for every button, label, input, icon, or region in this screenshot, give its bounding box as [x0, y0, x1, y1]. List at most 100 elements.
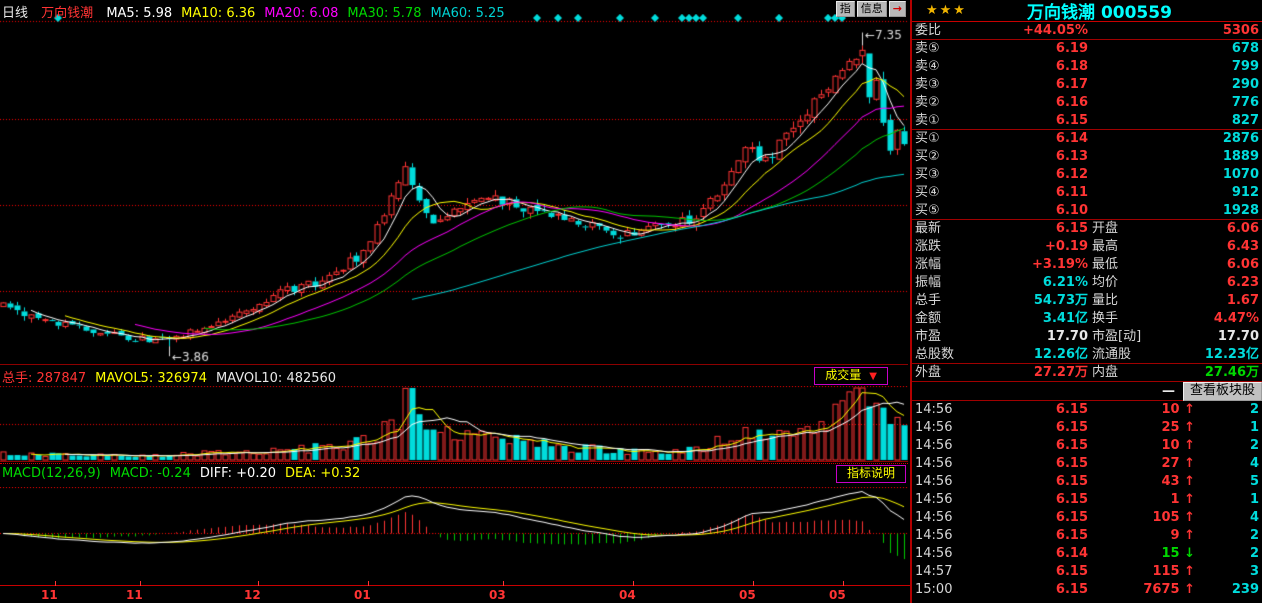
stat-value: 1.67	[1180, 292, 1259, 310]
tick-price: 6.15	[1000, 527, 1088, 545]
order-row[interactable]: 卖①6.15827	[912, 112, 1262, 130]
tick-time: 14:56	[915, 401, 1000, 419]
axis-tick	[633, 581, 634, 586]
ma-value-label: MA30: 5.78	[347, 6, 421, 21]
indicator-help-button[interactable]: 指标说明	[836, 465, 906, 483]
order-volume: 678	[1088, 40, 1259, 58]
order-row[interactable]: 买⑤6.101928	[912, 202, 1262, 220]
stat-label: 换手	[1088, 310, 1180, 328]
tick-price: 6.15	[1000, 437, 1088, 455]
stat-row: 总手54.73万量比1.67	[912, 292, 1262, 310]
volume-indicator-button[interactable]: 成交量▼	[814, 367, 888, 385]
order-row[interactable]: 卖③6.17290	[912, 76, 1262, 94]
tick-row[interactable]: 14:566.1415 ↓2	[912, 545, 1262, 563]
axis-month-label: 11	[41, 588, 58, 602]
stat-label: 涨幅	[915, 256, 1003, 274]
ma-value-label: MA20: 6.08	[264, 6, 338, 21]
minimize-control[interactable]: —	[1162, 384, 1175, 399]
macd-header-label: DEA: +0.32	[285, 466, 360, 481]
ma-value-label: MA60: 5.25	[430, 6, 504, 21]
arrow-right-icon[interactable]: →	[889, 1, 906, 17]
tick-row[interactable]: 14:566.1510 ↑2	[912, 437, 1262, 455]
board-stocks-button[interactable]: 查看板块股	[1183, 382, 1262, 401]
volume-chart-canvas[interactable]	[0, 386, 908, 462]
axis-tick	[258, 581, 259, 586]
order-row[interactable]: 卖②6.16776	[912, 94, 1262, 112]
indicator-help-label: 指标说明	[847, 466, 895, 480]
order-row[interactable]: 买③6.121070	[912, 166, 1262, 184]
tick-row[interactable]: 14:566.1543 ↑5	[912, 473, 1262, 491]
tick-row[interactable]: 14:566.1525 ↑1	[912, 419, 1262, 437]
tick-time: 14:56	[915, 419, 1000, 437]
volume-pane-header: 总手: 287847MAVOL5: 326974MAVOL10: 482560	[2, 367, 345, 385]
tick-volume: 105 ↑	[1088, 509, 1195, 527]
stat-label: 涨跌	[915, 238, 1003, 256]
period-selector[interactable]: 日线	[2, 6, 28, 21]
order-level-label: 买①	[915, 130, 1003, 148]
pane-separator	[0, 463, 908, 464]
info-button[interactable]: 信息	[857, 1, 887, 17]
tick-row[interactable]: 14:566.159 ↑2	[912, 527, 1262, 545]
stat-label: 市盈	[915, 328, 1003, 346]
order-volume: 827	[1088, 112, 1259, 129]
dropdown-triangle-icon: ▼	[869, 371, 877, 382]
header-buttons: 指 信息 →	[836, 1, 906, 17]
axis-month-label: 03	[489, 588, 506, 602]
stat-row: 外盘27.27万内盘27.46万	[912, 364, 1262, 382]
stat-label: 最低	[1088, 256, 1180, 274]
axis-month-label: 12	[244, 588, 261, 602]
tick-row[interactable]: 15:006.157675 ↑239	[912, 581, 1262, 599]
macd-pane-header: MACD(12,26,9)MACD: -0.24DIFF: +0.20DEA: …	[2, 466, 369, 484]
stats-block: 最新6.15开盘6.06涨跌+0.19最高6.43涨幅+3.19%最低6.06振…	[912, 220, 1262, 364]
stat-row: 涨幅+3.19%最低6.06	[912, 256, 1262, 274]
stat-label: 内盘	[1088, 364, 1180, 381]
stat-label: 最新	[915, 220, 1003, 238]
tick-count: 5	[1195, 473, 1259, 491]
order-row[interactable]: 买②6.131889	[912, 148, 1262, 166]
tick-count: 4	[1195, 455, 1259, 473]
stat-row: 市盈17.70市盈[动]17.70	[912, 328, 1262, 346]
ma-values: MA5: 5.98MA10: 6.36MA20: 6.08MA30: 5.78M…	[106, 6, 513, 21]
order-row[interactable]: 买④6.11912	[912, 184, 1262, 202]
stat-value: 6.15	[1003, 220, 1088, 238]
tick-count: 2	[1195, 437, 1259, 455]
macd-chart-canvas[interactable]	[0, 487, 908, 584]
order-level-label: 买④	[915, 184, 1003, 202]
zhi-button[interactable]: 指	[836, 1, 855, 17]
order-volume: 776	[1088, 94, 1259, 112]
stat-row: 金额3.41亿换手4.47%	[912, 310, 1262, 328]
axis-tick	[503, 581, 504, 586]
order-price: 6.12	[1003, 166, 1088, 184]
order-price: 6.14	[1003, 130, 1088, 148]
tick-row[interactable]: 14:576.15115 ↑3	[912, 563, 1262, 581]
order-row[interactable]: 买①6.142876	[912, 130, 1262, 148]
stat-row: 振幅6.21%均价6.23	[912, 274, 1262, 292]
tick-volume: 10 ↑	[1088, 401, 1195, 419]
tick-time: 15:00	[915, 581, 1000, 599]
ma-value-label: MA10: 6.36	[181, 6, 255, 21]
order-row[interactable]: 卖④6.18799	[912, 58, 1262, 76]
order-level-label: 卖⑤	[915, 40, 1003, 58]
tick-count: 3	[1195, 563, 1259, 581]
tick-row[interactable]: 14:566.151 ↑1	[912, 491, 1262, 509]
tick-row[interactable]: 14:566.1527 ↑4	[912, 455, 1262, 473]
tick-count: 4	[1195, 509, 1259, 527]
order-price: 6.10	[1003, 202, 1088, 219]
order-volume: 2876	[1088, 130, 1259, 148]
tick-row[interactable]: 14:566.1510 ↑2	[912, 401, 1262, 419]
tick-count: 2	[1195, 527, 1259, 545]
stat-label: 量比	[1088, 292, 1180, 310]
axis-month-label: 04	[619, 588, 636, 602]
tick-count: 1	[1195, 419, 1259, 437]
outer-inner-row: 外盘27.27万内盘27.46万	[912, 364, 1262, 382]
price-chart-canvas[interactable]	[0, 14, 908, 364]
tick-price: 6.15	[1000, 401, 1088, 419]
order-row[interactable]: 卖⑤6.19678	[912, 40, 1262, 58]
stat-value: +3.19%	[1003, 256, 1088, 274]
stat-row: 涨跌+0.19最高6.43	[912, 238, 1262, 256]
tick-volume: 115 ↑	[1088, 563, 1195, 581]
board-row: — 查看板块股	[912, 382, 1262, 401]
tick-row[interactable]: 14:566.15105 ↑4	[912, 509, 1262, 527]
axis-month-label: 01	[354, 588, 371, 602]
macd-header-label: MACD(12,26,9)	[2, 466, 101, 481]
